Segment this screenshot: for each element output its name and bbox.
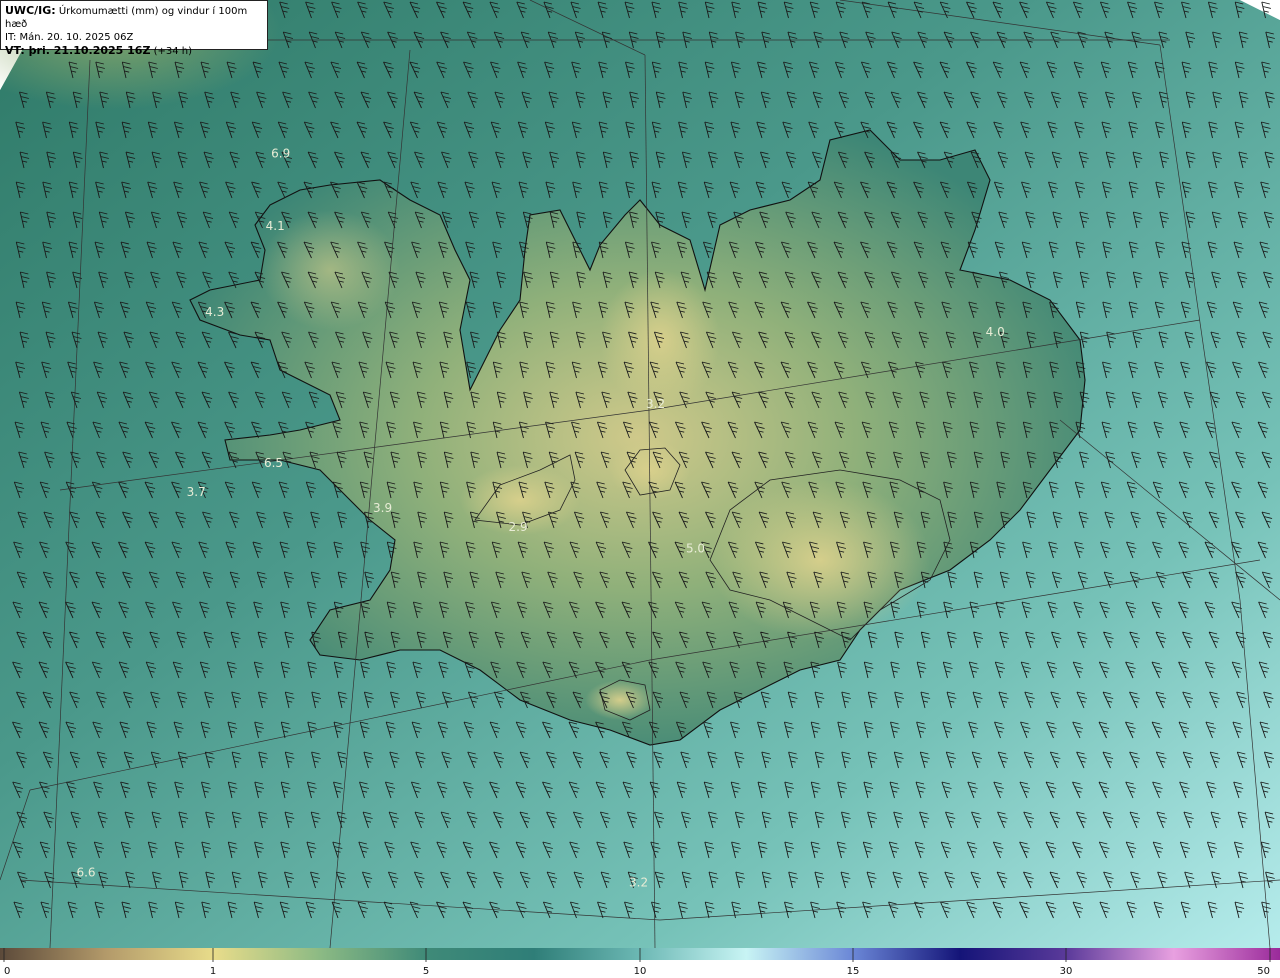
colorbar-svg: 0 1 5 10 15 30 50: [0, 948, 1280, 977]
colorbar-tick-label: 1: [210, 966, 216, 977]
precip-value-label: 3.9: [373, 501, 392, 515]
lead-time: (+34 h): [150, 46, 193, 57]
model-prefix: UWC/IG:: [5, 4, 56, 17]
colorbar-tick-label: 30: [1060, 966, 1073, 977]
precip-value-label: 6.6: [76, 865, 95, 879]
title-line: UWC/IG: Úrkomumætti (mm) og vindur í 100…: [5, 4, 263, 31]
valid-time-line: VT: þri. 21.10.2025 16Z (+34 h): [5, 44, 263, 58]
vatnajokull-field: [710, 480, 930, 640]
valid-time: VT: þri. 21.10.2025 16Z: [5, 44, 151, 57]
precip-value-label: 2.9: [509, 520, 528, 534]
precip-value-label: 3.2: [646, 397, 665, 411]
colorbar: 0 1 5 10 15 30 50: [0, 948, 1280, 978]
precip-value-label: 3.7: [187, 485, 206, 499]
precip-value-label: 4.0: [986, 325, 1005, 339]
precip-value-label: 3.2: [629, 876, 648, 890]
map-canvas[interactable]: 6.9 4.1 4.3 6.5 3.7 3.9 2.9 5.0 3.2 4.0 3.2 6.6: [0, 0, 1280, 948]
colorbar-tick-label: 0: [4, 966, 10, 977]
colorbar-tick-label: 15: [847, 966, 860, 977]
forecast-map[interactable]: 6.9 4.1 4.3 6.5 3.7 3.9 2.9 5.0 3.2 4.0 3.2 6.6 UWC…: [0, 0, 1280, 948]
init-time: IT: Mán. 20. 10. 2025 06Z: [5, 32, 134, 43]
north-highland-field: [600, 270, 720, 410]
colorbar-tick-label: 50: [1257, 966, 1270, 977]
myrdalsjokull-field: [585, 680, 655, 720]
precip-value-label: 4.3: [205, 305, 224, 319]
precip-value-label: 4.1: [266, 219, 285, 233]
precip-value-label: 6.5: [264, 456, 283, 470]
precip-value-label: 5.0: [686, 541, 705, 555]
precip-value-label: 6.9: [271, 146, 290, 160]
colorbar-tick-label: 5: [423, 966, 429, 977]
map-title-box: UWC/IG: Úrkomumætti (mm) og vindur í 100…: [0, 0, 268, 57]
colorbar-tick-label: 10: [634, 966, 647, 977]
